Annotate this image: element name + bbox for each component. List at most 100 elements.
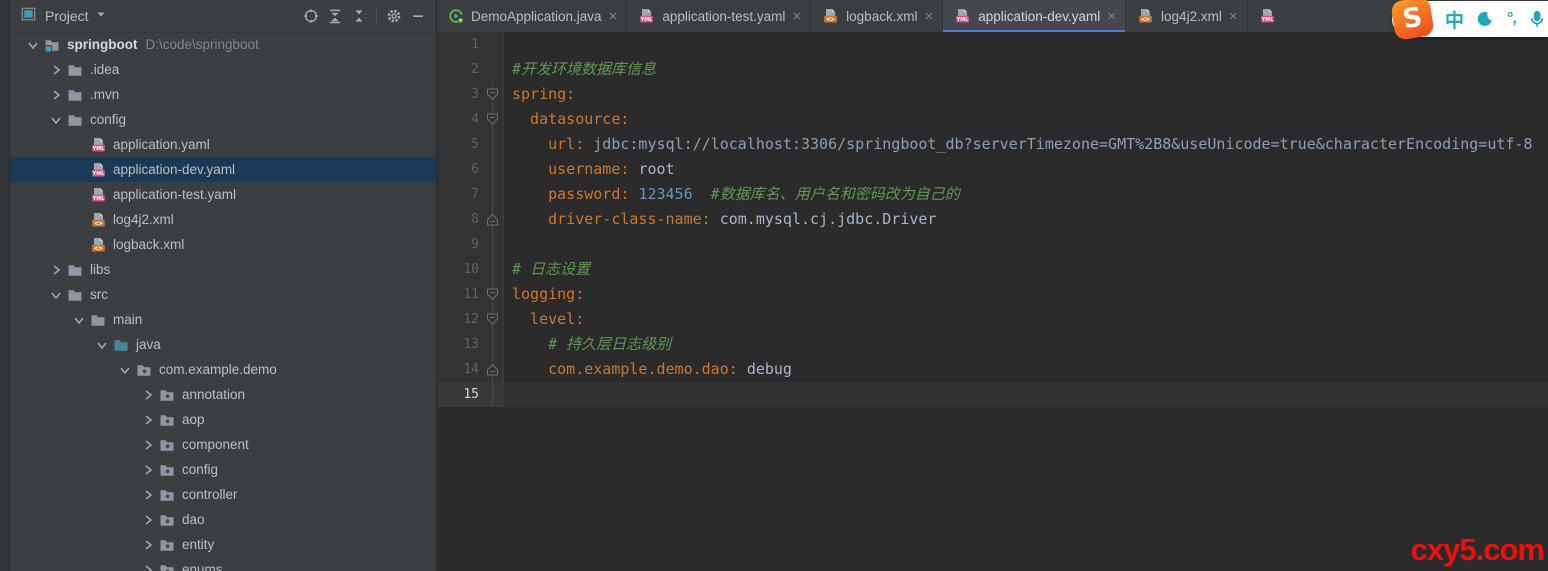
chinese-mode-button[interactable]: 中 bbox=[1445, 6, 1464, 33]
tab-logback-xml[interactable]: <> logback.xml × bbox=[811, 0, 944, 32]
close-tab-icon[interactable]: × bbox=[609, 9, 618, 24]
tree-item-logback-xml[interactable]: <> logback.xml bbox=[10, 232, 436, 257]
chevron-down-icon[interactable] bbox=[22, 37, 44, 53]
code-text[interactable]: driver-class-name: com.mysql.cj.jdbc.Dri… bbox=[503, 207, 1548, 232]
tree-item-mvn[interactable]: .mvn bbox=[10, 82, 436, 107]
code-text[interactable]: com.example.demo.dao: debug bbox=[503, 357, 1548, 382]
tab-item[interactable]: YML bbox=[1248, 0, 1323, 32]
close-tab-icon[interactable]: × bbox=[792, 9, 801, 24]
voice-input-button[interactable] bbox=[1529, 11, 1545, 27]
code-text[interactable]: datasource: bbox=[503, 107, 1548, 132]
fold-start-marker[interactable] bbox=[483, 82, 503, 107]
night-mode-button[interactable] bbox=[1477, 11, 1494, 27]
sogou-logo[interactable]: S bbox=[1390, 0, 1435, 41]
code-text[interactable]: username: root bbox=[503, 157, 1548, 182]
locate-button[interactable] bbox=[299, 4, 323, 28]
hide-panel-button[interactable] bbox=[406, 4, 430, 28]
tab-application-dev-yaml[interactable]: YML application-dev.yaml × bbox=[943, 0, 1127, 33]
tree-item-annotation[interactable]: annotation bbox=[10, 382, 436, 407]
tree-item-application-test-yaml[interactable]: YML application-test.yaml bbox=[10, 182, 436, 207]
tree-item-controller[interactable]: controller bbox=[10, 482, 436, 507]
tree-item-enums[interactable]: enums bbox=[10, 557, 436, 571]
editor-line-13[interactable]: 13 # 持久层日志级别 bbox=[437, 332, 1548, 357]
editor-line-4[interactable]: 4 datasource: bbox=[437, 107, 1548, 132]
tree-item-java[interactable]: java bbox=[10, 332, 436, 357]
tab-log4j2-xml[interactable]: <> log4j2.xml × bbox=[1126, 0, 1248, 32]
close-tab-icon[interactable]: × bbox=[924, 9, 933, 24]
chevron-right-icon[interactable] bbox=[45, 262, 67, 278]
editor-line-9[interactable]: 9 bbox=[437, 232, 1548, 257]
editor-line-2[interactable]: 2 #开发环境数据库信息 bbox=[437, 57, 1548, 82]
editor-line-12[interactable]: 12 level: bbox=[437, 307, 1548, 332]
chevron-right-icon[interactable] bbox=[137, 487, 159, 503]
tree-item-application-yaml[interactable]: YML application.yaml bbox=[10, 132, 436, 157]
close-tab-icon[interactable]: × bbox=[1229, 9, 1238, 24]
code-text[interactable]: password: 123456 #数据库名、用户名和密码改为自己的 bbox=[503, 182, 1548, 207]
editor-line-14[interactable]: 14 com.example.demo.dao: debug bbox=[437, 357, 1548, 382]
chevron-right-icon[interactable] bbox=[137, 562, 159, 571]
tree-item-idea[interactable]: .idea bbox=[10, 57, 436, 82]
chevron-right-icon[interactable] bbox=[137, 462, 159, 478]
tab-application-test-yaml[interactable]: YML application-test.yaml × bbox=[627, 0, 812, 32]
fold-start-marker[interactable] bbox=[483, 307, 503, 332]
panel-title[interactable]: Project bbox=[45, 8, 89, 24]
tree-item-com-example-demo[interactable]: com.example.demo bbox=[10, 357, 436, 382]
tab-demoapplication-java[interactable]: DemoApplication.java × bbox=[437, 0, 628, 32]
chevron-right-icon[interactable] bbox=[45, 87, 67, 103]
chevron-down-icon[interactable] bbox=[45, 112, 67, 128]
tree-item-config[interactable]: config bbox=[10, 457, 436, 482]
expand-all-button[interactable] bbox=[323, 4, 347, 28]
editor-line-15[interactable]: 15 bbox=[437, 382, 1548, 407]
tree-item-config[interactable]: config bbox=[10, 107, 436, 132]
fold-end-marker[interactable] bbox=[483, 207, 503, 232]
code-text[interactable]: # 持久层日志级别 bbox=[503, 332, 1548, 357]
chevron-right-icon[interactable] bbox=[137, 437, 159, 453]
code-text[interactable]: #开发环境数据库信息 bbox=[503, 57, 1548, 82]
tree-item-libs[interactable]: libs bbox=[10, 257, 436, 282]
chevron-right-icon[interactable] bbox=[137, 387, 159, 403]
tree-item-aop[interactable]: aop bbox=[10, 407, 436, 432]
code-text[interactable] bbox=[503, 32, 1548, 57]
editor-line-10[interactable]: 10 # 日志设置 bbox=[437, 257, 1548, 282]
fold-end-marker[interactable] bbox=[483, 357, 503, 382]
editor-line-1[interactable]: 1 bbox=[437, 32, 1548, 57]
chevron-right-icon[interactable] bbox=[137, 537, 159, 553]
code-text[interactable]: level: bbox=[503, 307, 1548, 332]
chevron-down-icon[interactable] bbox=[93, 6, 109, 27]
editor-line-3[interactable]: 3 spring: bbox=[437, 82, 1548, 107]
project-tree[interactable]: springboot D:\code\springboot .idea .mvn con… bbox=[10, 32, 436, 571]
tree-item-component[interactable]: component bbox=[10, 432, 436, 457]
tree-item-src[interactable]: src bbox=[10, 282, 436, 307]
fold-start-marker[interactable] bbox=[483, 282, 503, 307]
code-text[interactable]: spring: bbox=[503, 82, 1548, 107]
close-tab-icon[interactable]: × bbox=[1107, 9, 1116, 24]
editor-pane[interactable]: 1 2 #开发环境数据库信息 3 spring: 4 datasource: 5 url: … bbox=[437, 32, 1548, 571]
code-text[interactable] bbox=[503, 382, 1548, 407]
tree-item-springboot[interactable]: springboot D:\code\springboot bbox=[10, 32, 436, 57]
punctuation-mode-button[interactable]: °, bbox=[1507, 10, 1517, 28]
code-text[interactable]: # 日志设置 bbox=[503, 257, 1548, 282]
settings-button[interactable] bbox=[382, 4, 406, 28]
collapse-all-button[interactable] bbox=[347, 4, 371, 28]
code-text[interactable] bbox=[503, 232, 1548, 257]
editor-line-6[interactable]: 6 username: root bbox=[437, 157, 1548, 182]
code-text[interactable]: logging: bbox=[503, 282, 1548, 307]
chevron-down-icon[interactable] bbox=[114, 362, 136, 378]
editor-line-11[interactable]: 11 logging: bbox=[437, 282, 1548, 307]
tree-item-dao[interactable]: dao bbox=[10, 507, 436, 532]
chevron-down-icon[interactable] bbox=[91, 337, 113, 353]
code-text[interactable]: url: jdbc:mysql://localhost:3306/springb… bbox=[503, 132, 1548, 157]
tree-item-main[interactable]: main bbox=[10, 307, 436, 332]
chevron-down-icon[interactable] bbox=[68, 312, 90, 328]
editor-line-5[interactable]: 5 url: jdbc:mysql://localhost:3306/sprin… bbox=[437, 132, 1548, 157]
editor-line-7[interactable]: 7 password: 123456 #数据库名、用户名和密码改为自己的 bbox=[437, 182, 1548, 207]
fold-start-marker[interactable] bbox=[483, 107, 503, 132]
editor-line-8[interactable]: 8 driver-class-name: com.mysql.cj.jdbc.D… bbox=[437, 207, 1548, 232]
chevron-right-icon[interactable] bbox=[137, 512, 159, 528]
tree-item-entity[interactable]: entity bbox=[10, 532, 436, 557]
chevron-down-icon[interactable] bbox=[45, 287, 67, 303]
tree-item-log4j2-xml[interactable]: <> log4j2.xml bbox=[10, 207, 436, 232]
tree-item-application-dev-yaml[interactable]: YML application-dev.yaml bbox=[10, 157, 436, 182]
chevron-right-icon[interactable] bbox=[137, 412, 159, 428]
chevron-right-icon[interactable] bbox=[45, 62, 67, 78]
